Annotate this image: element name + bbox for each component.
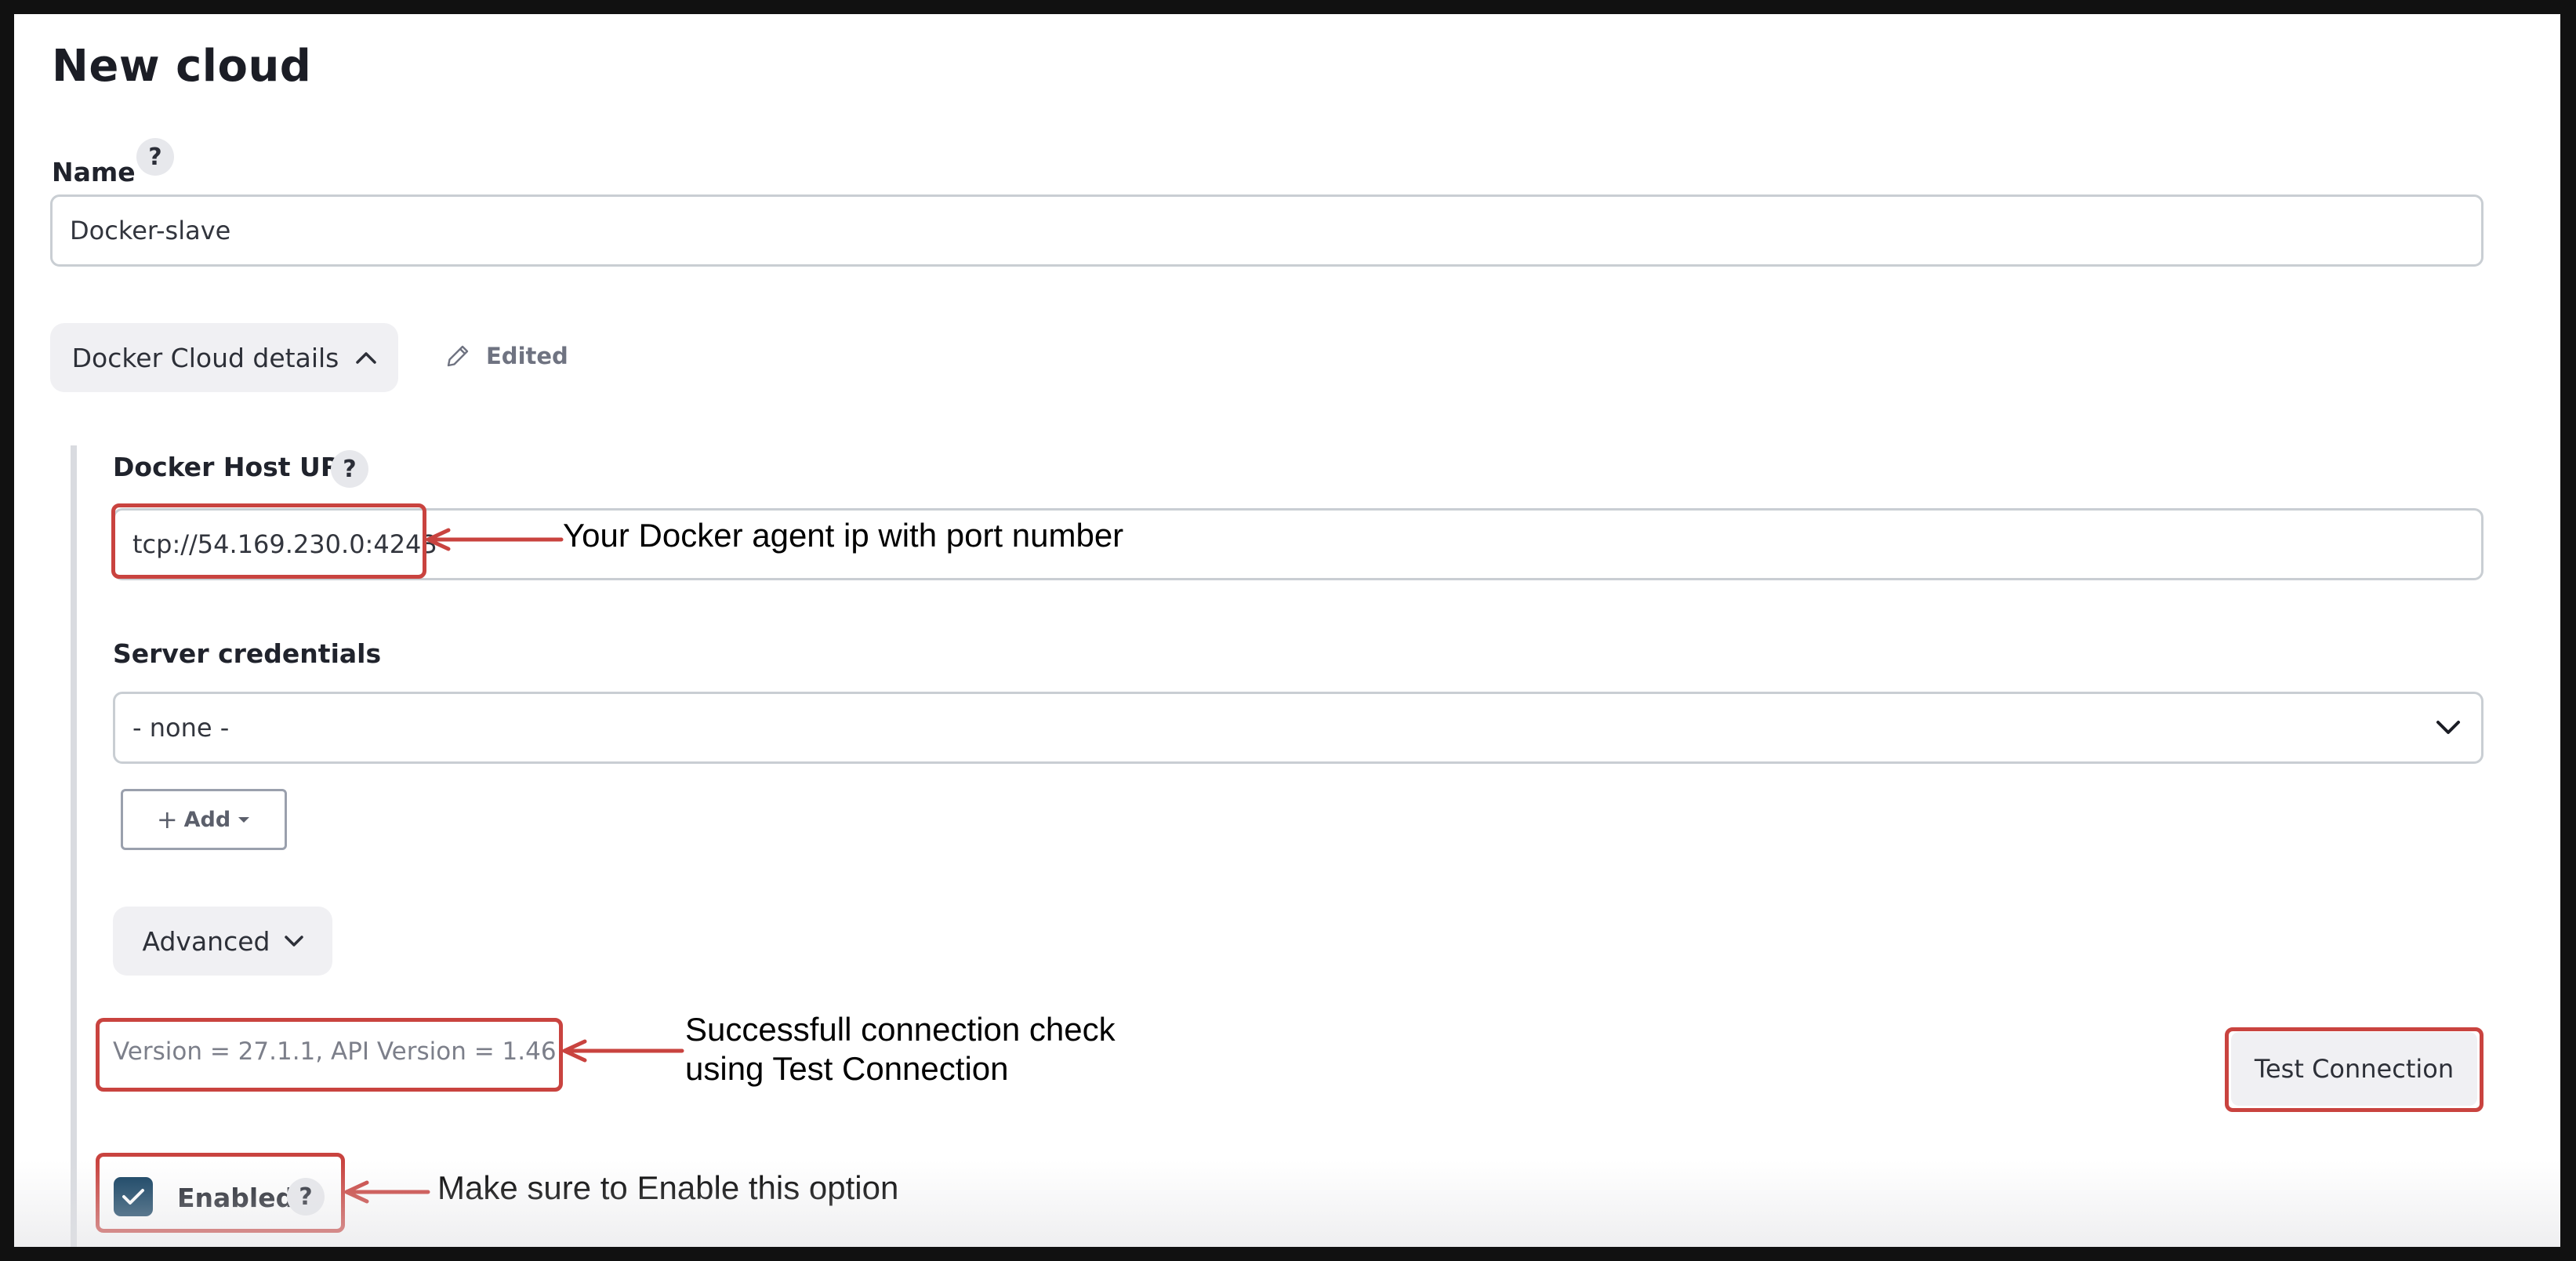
- host-annotation-text: Your Docker agent ip with port number: [563, 517, 1124, 554]
- connection-annotation-line2: using Test Connection: [685, 1050, 1009, 1087]
- annotation-arrows: [344, 528, 684, 1204]
- host-arrow: [426, 528, 564, 551]
- connection-annotation-line1: Successfull connection check: [685, 1011, 1116, 1048]
- enabled-arrow: [344, 1180, 430, 1204]
- connection-arrow: [562, 1039, 684, 1063]
- enabled-annotation-text: Make sure to Enable this option: [437, 1169, 899, 1206]
- config-page: New cloud Name ? Docker-slave Docker Clo…: [14, 14, 2560, 1247]
